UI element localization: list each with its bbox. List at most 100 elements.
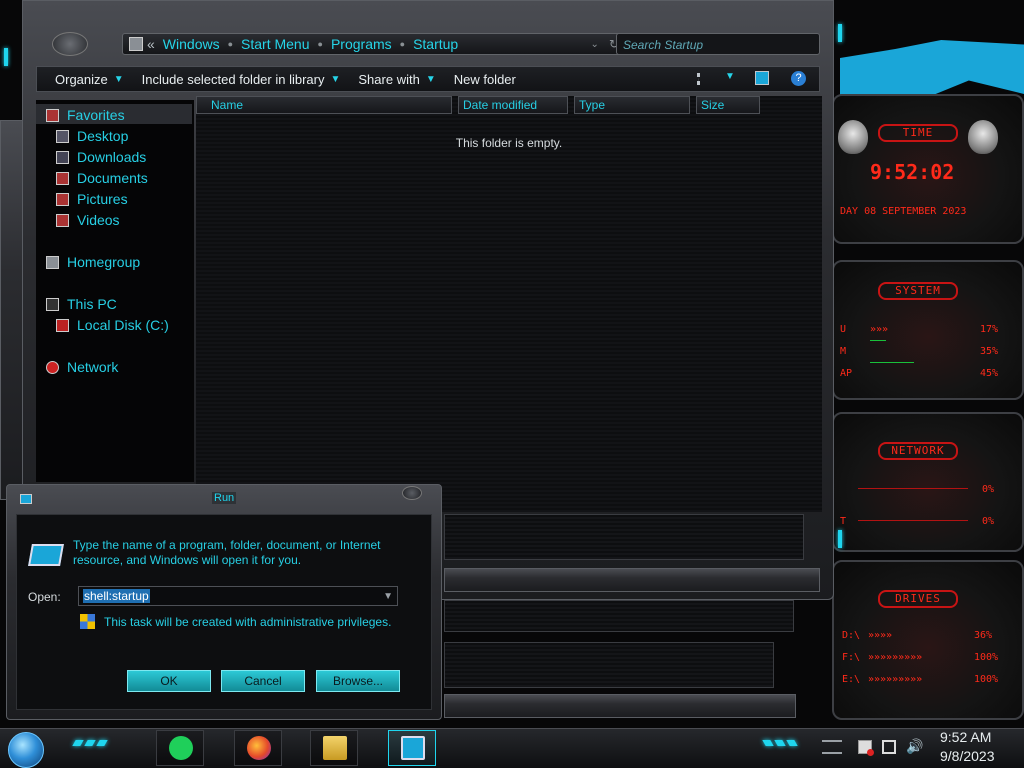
system-gadget-title: SYSTEM [878, 282, 958, 300]
browse-button[interactable]: Browse... [316, 670, 400, 692]
taskbar-clock-time[interactable]: 9:52 AM [940, 729, 991, 745]
taskbar-run[interactable] [388, 730, 436, 766]
time-gadget[interactable]: TIME 9:52:02 DAY 08 SEPTEMBER 2023 [832, 94, 1024, 244]
time-gadget-title: TIME [878, 124, 958, 142]
open-label: Open: [28, 590, 61, 604]
taskbar-file-explorer[interactable] [310, 730, 358, 766]
open-input-value[interactable]: shell:startup [83, 589, 150, 603]
system-gadget[interactable]: SYSTEM U »»» 17% M 35% AP 45% [832, 260, 1024, 400]
system-row-value: 17% [980, 324, 999, 335]
system-row-value: 35% [980, 346, 999, 357]
nav-this-pc[interactable]: This PC [46, 296, 117, 312]
background-window-toolbar [444, 694, 796, 718]
run-instructions: Type the name of a program, folder, docu… [73, 538, 381, 567]
nav-local-disk[interactable]: Local Disk (C:) [56, 317, 169, 333]
desktop-frame-strip [0, 120, 24, 500]
network-row-value: 0% [982, 484, 995, 495]
preview-pane-icon[interactable] [755, 71, 769, 85]
nav-network[interactable]: Network [46, 359, 118, 375]
downloads-icon [56, 150, 69, 164]
network-tray-icon[interactable] [882, 740, 896, 754]
address-dropdown-icon[interactable]: ⌄ [591, 39, 599, 50]
nav-pictures[interactable]: Pictures [56, 191, 128, 207]
star-icon [46, 108, 59, 122]
spotify-icon [169, 736, 193, 760]
taskbar-spotify[interactable] [156, 730, 204, 766]
network-gadget[interactable]: NETWORK 0% T 0% [832, 412, 1024, 552]
breadcrumb-startup[interactable]: Startup [413, 36, 458, 52]
nav-desktop[interactable]: Desktop [56, 128, 128, 144]
drive-row-value: 36% [974, 630, 993, 641]
system-row-label: U [840, 324, 847, 335]
column-header-name[interactable]: Name [196, 96, 452, 114]
network-graph-line [858, 488, 968, 489]
taskbar-decoration [64, 736, 114, 750]
column-header-size[interactable]: Size [696, 96, 760, 114]
frame-led [4, 48, 8, 66]
nav-videos[interactable]: Videos [56, 212, 120, 228]
nav-favorites[interactable]: Favorites [46, 107, 125, 123]
ok-button[interactable]: OK [127, 670, 211, 692]
volume-icon[interactable]: 🔊 [906, 738, 923, 755]
share-with-button[interactable]: Share with ▼ [358, 72, 435, 87]
drive-row-label: D:\ [842, 630, 861, 641]
caret-down-icon[interactable]: ▼ [725, 71, 735, 82]
background-window-panel [444, 514, 804, 560]
documents-icon [56, 171, 69, 185]
back-forward-orb[interactable] [52, 32, 88, 56]
show-hidden-icons[interactable] [822, 740, 842, 754]
drive-row-value: 100% [974, 674, 999, 685]
admin-shield-icon [80, 614, 95, 629]
cancel-button[interactable]: Cancel [221, 670, 305, 692]
frame-led [838, 530, 842, 548]
taskbar-clock-date[interactable]: 9/8/2023 [940, 748, 995, 764]
system-row-label: AP [840, 368, 853, 379]
background-window-panel [444, 642, 774, 688]
taskbar-decoration [760, 738, 800, 748]
breadcrumb-separator-icon[interactable]: ● [318, 39, 323, 49]
close-icon[interactable] [402, 486, 422, 500]
caret-down-icon: ▼ [113, 73, 124, 85]
search-input[interactable]: Search Startup [616, 33, 820, 55]
column-header-type[interactable]: Type [574, 96, 690, 114]
drive-row-arrows: »»»»»»»»» [868, 652, 923, 663]
folder-icon [129, 37, 143, 51]
help-icon[interactable]: ? [791, 71, 806, 86]
breadcrumb-overflow[interactable]: « [147, 36, 155, 52]
breadcrumb-programs[interactable]: Programs [331, 36, 392, 52]
drive-row-label: F:\ [842, 652, 861, 663]
column-header-date-modified[interactable]: Date modified [458, 96, 568, 114]
organize-button[interactable]: Organize ▼ [55, 72, 124, 87]
run-program-icon [28, 544, 64, 566]
run-program-icon [401, 736, 425, 760]
network-gadget-title: NETWORK [878, 442, 958, 460]
admin-privilege-note: This task will be created with administr… [104, 615, 392, 629]
caret-down-icon: ▼ [330, 73, 341, 85]
start-button[interactable] [8, 732, 44, 768]
navigation-pane: Favorites Desktop Downloads Documents Pi… [36, 100, 194, 482]
drives-gadget-title: DRIVES [878, 590, 958, 608]
nav-documents[interactable]: Documents [56, 170, 148, 186]
drives-gadget[interactable]: DRIVES D:\ »»»» 36% F:\ »»»»»»»»» 100% E… [832, 560, 1024, 720]
drive-icon [56, 318, 69, 332]
system-row-label: M [840, 346, 847, 357]
taskbar-firefox[interactable] [234, 730, 282, 766]
homegroup-icon [46, 255, 59, 269]
nav-downloads[interactable]: Downloads [56, 149, 146, 165]
nav-homegroup[interactable]: Homegroup [46, 254, 140, 270]
view-options-icon[interactable] [697, 73, 711, 85]
drive-row-arrows: »»»» [868, 630, 893, 641]
include-in-library-button[interactable]: Include selected folder in library ▼ [142, 72, 341, 87]
address-bar[interactable]: « Windows ● Start Menu ● Programs ● Star… [122, 33, 628, 55]
open-combobox[interactable]: shell:startup ▼ [78, 586, 398, 606]
breadcrumb-separator-icon[interactable]: ● [400, 39, 405, 49]
chevron-down-icon[interactable]: ▼ [383, 591, 393, 602]
breadcrumb-start-menu[interactable]: Start Menu [241, 36, 309, 52]
file-list-pane[interactable] [196, 96, 822, 512]
caret-down-icon: ▼ [425, 73, 436, 85]
breadcrumb-separator-icon[interactable]: ● [228, 39, 233, 49]
gadget-clock: 9:52:02 [870, 160, 955, 184]
action-center-icon[interactable] [858, 740, 874, 756]
breadcrumb-windows[interactable]: Windows [163, 36, 220, 52]
new-folder-button[interactable]: New folder [454, 72, 516, 87]
